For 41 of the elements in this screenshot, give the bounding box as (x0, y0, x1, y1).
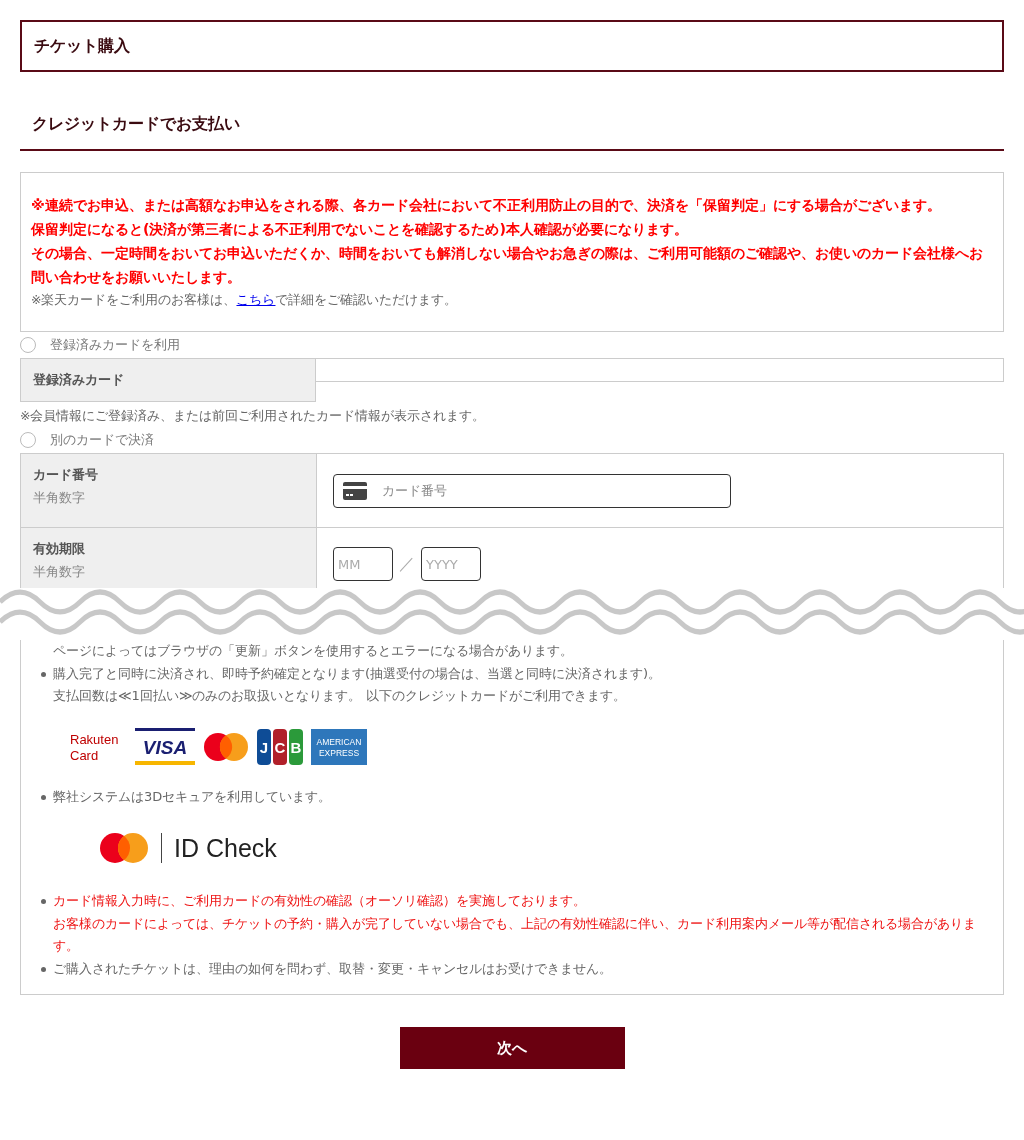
warning-text: 保留判定になると(決済が第三者による不正利用でないことを確認するため)本人確認が必要になります。 (31, 220, 689, 239)
field-label: カード番号 (33, 466, 99, 484)
note-text: お客様のカードによっては、チケットの予約・購入が完了していない場合でも、上記の有効性確認に伴い、カード利用案内メール等が配信される場合があります。 (53, 914, 977, 955)
section-heading: クレジットカードでお支払い (20, 114, 1004, 151)
warning-text: ※連続でお申込、または高額なお申込をされる際、各カード会社において不正利用防止の目的で、決済を「保留判定」にする場合がございます。 (31, 196, 942, 215)
month-field[interactable]: MM (333, 547, 393, 581)
field-label: 有効期限 (33, 540, 86, 558)
radio-label[interactable]: 登録済みカードを利用 (50, 336, 180, 354)
note-text: ※楽天カードをご利用のお客様は、こちら で詳細をご確認いただけます。 (31, 291, 459, 309)
page-title: チケット購入 (20, 20, 1004, 72)
field-hint: 半角数字 (33, 564, 86, 581)
card-number-field[interactable]: カード番号 (333, 473, 731, 508)
radio-button[interactable] (20, 337, 36, 353)
warning-text: その場合、一定時間をおいてお申込いただくか、時間をおいても解消しない場合やお急ぎの際は、ご利用可能額のご確認や、お使いのカード会社様へお問い合わせをお願いいたします。 (31, 244, 984, 287)
field-hint: 半角数字 (33, 490, 86, 507)
card-brand-logo (203, 731, 249, 762)
note-text: 購入完了と同時に決済され、即時予約確定となります(抽選受付の場合は、当選と同時に決済されます)。 (53, 664, 662, 683)
year-field[interactable]: YYYY (421, 547, 481, 581)
note-text: カード情報入力時に、ご利用カードの有効性の確認（オーソリ確認）を実施しております。 (53, 892, 587, 910)
bullet-icon (40, 671, 46, 677)
field-label: 登録済みカード (33, 371, 124, 389)
note-text: ご購入されたチケットは、理由の如何を問わず、取替・変更・キャンセルはお受けできません。 (53, 959, 612, 978)
overlapping-circles-icon (99, 832, 149, 864)
bullet-icon (40, 794, 46, 800)
card-brand-logo: J C B (257, 728, 303, 765)
bullet-icon (40, 966, 46, 972)
next-button[interactable]: 次へ (399, 1027, 625, 1069)
card-brand-logo: VISA (135, 727, 195, 766)
card-brand-logo: AMERICAN EXPRESS (311, 728, 367, 765)
radio-label[interactable]: 別のカードで決済 (50, 431, 154, 449)
note-text: 支払回数は≪1回払い≫のみのお取扱いとなります。 以下のクレジットカードがご利用できます。 (53, 687, 627, 705)
note-text: ページによってはブラウザの「更新」ボタンを使用するとエラーになる場合があります。 (53, 642, 573, 660)
hint-text: ※会員情報にご登録済み、または前回ご利用されたカード情報が表示されます。 (20, 408, 487, 425)
saved-card-field[interactable] (316, 358, 1004, 382)
details-link[interactable]: こちら (236, 292, 276, 307)
id-check-logo-text: ID Check (174, 833, 277, 863)
radio-button[interactable] (20, 432, 36, 448)
card-brand-logo: Rakuten Card (69, 728, 127, 765)
separator-text: ／ (399, 553, 415, 575)
bullet-icon (40, 899, 46, 904)
note-text: 弊社システムは3Dセキュアを利用しています。 (53, 787, 332, 806)
